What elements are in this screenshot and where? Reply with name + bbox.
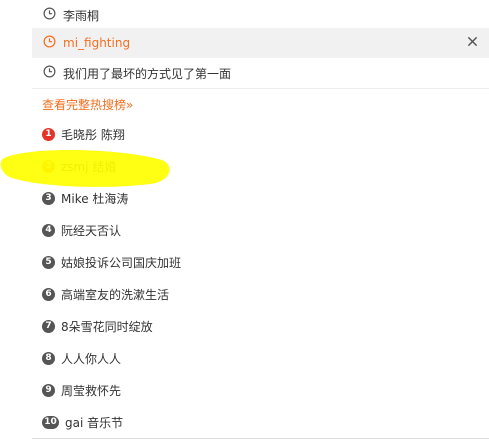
history-item-text: 李雨桐 — [63, 8, 100, 23]
rank-badge: 8 — [42, 351, 55, 365]
hot-search-text: zsmj 结婚 — [61, 159, 117, 174]
hot-search-item[interactable]: 9 周莹救怀先 — [42, 380, 121, 400]
rank-badge: 7 — [42, 319, 55, 333]
divider — [32, 438, 489, 439]
hot-search-text: 8朵雪花同时绽放 — [61, 319, 153, 334]
hot-search-text: 毛晓彤 陈翔 — [61, 127, 125, 142]
hot-search-item[interactable]: 10 gai 音乐节 — [42, 412, 123, 432]
hot-search-item[interactable]: 7 8朵雪花同时绽放 — [42, 316, 153, 336]
hot-search-item[interactable]: 5 姑娘投诉公司国庆加班 — [42, 252, 181, 272]
hot-search-item[interactable]: 8 人人你人人 — [42, 348, 121, 368]
hot-search-item[interactable]: 3 Mike 杜海涛 — [42, 188, 128, 208]
rank-badge: 4 — [42, 223, 55, 237]
divider — [32, 88, 489, 89]
hot-search-text: 人人你人人 — [61, 351, 122, 366]
hot-search-text: Mike 杜海涛 — [61, 191, 129, 206]
hot-search-item[interactable]: 6 高端室友的洗漱生活 — [42, 284, 169, 304]
search-suggestion-panel: 李雨桐 mi_fighting 我们用了最坏的方式见了第一面 查看完整热搜榜» … — [32, 0, 489, 442]
hot-search-text: 周莹救怀先 — [61, 383, 122, 398]
hot-search-item[interactable]: 4 阮经天否认 — [42, 220, 121, 240]
clock-icon — [43, 7, 56, 20]
history-item[interactable]: 我们用了最坏的方式见了第一面 — [32, 58, 489, 88]
hot-search-text: gai 音乐节 — [65, 415, 124, 430]
rank-badge: 6 — [42, 287, 55, 301]
rank-badge: 10 — [42, 415, 59, 429]
hot-search-text: 姑娘投诉公司国庆加班 — [61, 255, 182, 270]
close-icon[interactable] — [465, 34, 479, 48]
history-item-hovered[interactable]: mi_fighting — [32, 28, 489, 58]
rank-badge: 1 — [42, 127, 55, 141]
hot-search-item[interactable]: 1 毛晓彤 陈翔 — [42, 124, 125, 144]
rank-badge: 2 — [42, 159, 55, 173]
hot-search-text: 高端室友的洗漱生活 — [61, 287, 170, 302]
history-item-text: mi_fighting — [63, 36, 131, 50]
rank-badge: 9 — [42, 383, 55, 397]
clock-icon — [43, 35, 56, 48]
hot-search-text: 阮经天否认 — [61, 223, 122, 238]
clock-icon — [43, 65, 56, 78]
rank-badge: 3 — [42, 191, 55, 205]
view-full-hot-list-link[interactable]: 查看完整热搜榜» — [42, 96, 133, 113]
hot-search-item[interactable]: 2 zsmj 结婚 — [42, 156, 116, 176]
history-item-text: 我们用了最坏的方式见了第一面 — [63, 66, 232, 81]
rank-badge: 5 — [42, 255, 55, 269]
history-item[interactable]: 李雨桐 — [32, 0, 489, 30]
